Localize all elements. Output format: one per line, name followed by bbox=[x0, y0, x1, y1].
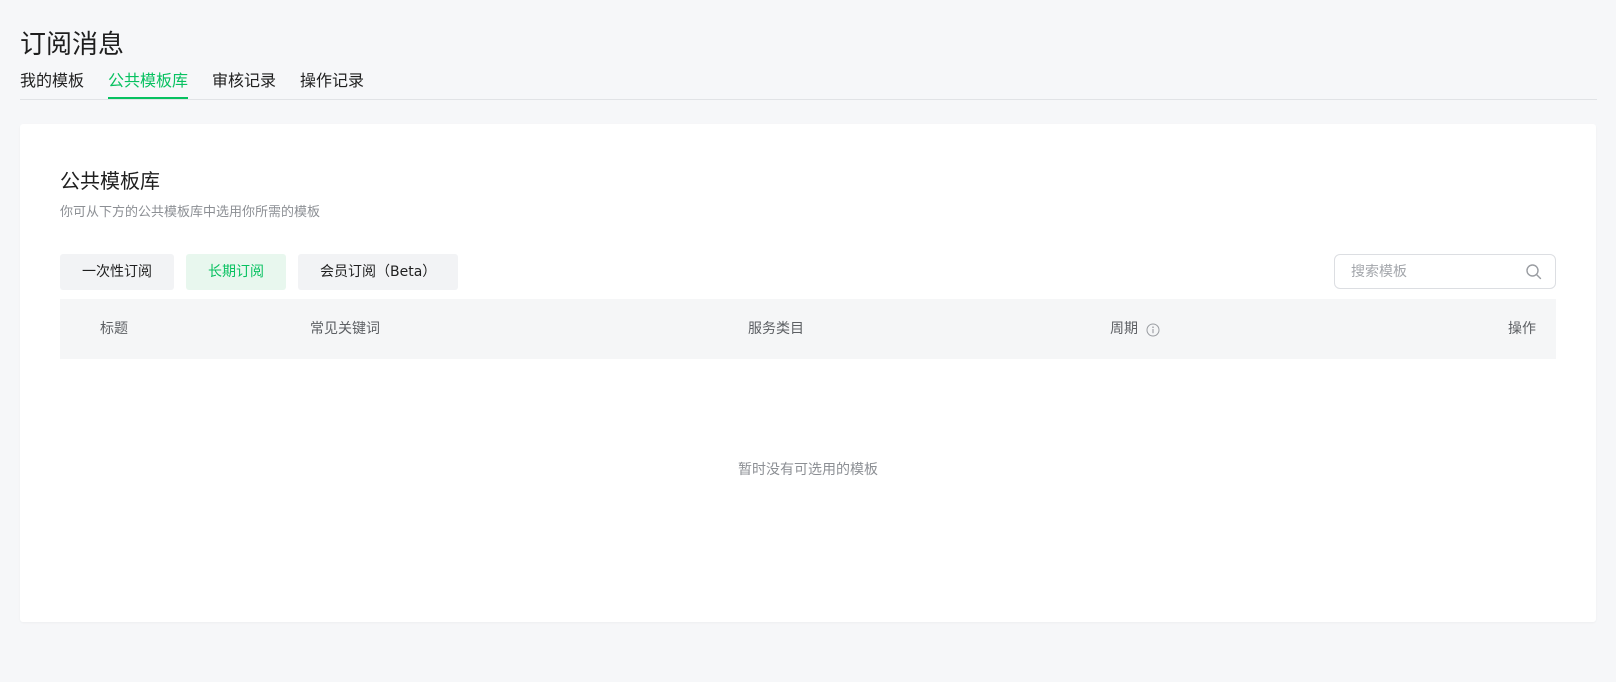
search-icon[interactable] bbox=[1525, 263, 1543, 281]
page-title: 订阅消息 bbox=[20, 30, 125, 61]
content-card: 公共模板库 你可从下方的公共模板库中选用你所需的模板 一次性订阅 长期订阅 会员… bbox=[20, 124, 1596, 622]
search-box bbox=[1334, 254, 1556, 289]
column-header-action: 操作 bbox=[1508, 321, 1536, 337]
tab-bar: 我的模板 公共模板库 审核记录 操作记录 bbox=[20, 70, 1597, 100]
column-header-period: 周期 bbox=[1110, 299, 1160, 359]
filter-long-term-button[interactable]: 长期订阅 bbox=[186, 254, 286, 290]
tab-public-library[interactable]: 公共模板库 bbox=[108, 70, 189, 99]
tab-operation-records[interactable]: 操作记录 bbox=[300, 70, 364, 99]
column-header-category: 服务类目 bbox=[748, 321, 804, 337]
column-header-title: 标题 bbox=[100, 321, 128, 337]
tab-review-records[interactable]: 审核记录 bbox=[212, 70, 276, 99]
column-header-keywords: 常见关键词 bbox=[310, 321, 380, 337]
search-input[interactable] bbox=[1335, 262, 1525, 281]
section-description: 你可从下方的公共模板库中选用你所需的模板 bbox=[60, 205, 321, 220]
subscription-type-filters: 一次性订阅 长期订阅 会员订阅（Beta） bbox=[60, 254, 470, 290]
tab-my-templates[interactable]: 我的模板 bbox=[20, 70, 84, 99]
section-title: 公共模板库 bbox=[60, 169, 160, 193]
filter-member-button[interactable]: 会员订阅（Beta） bbox=[298, 254, 459, 290]
filter-one-time-button[interactable]: 一次性订阅 bbox=[60, 254, 174, 290]
empty-state-message: 暂时没有可选用的模板 bbox=[738, 462, 878, 478]
table-header: 标题 常见关键词 服务类目 周期 操作 bbox=[60, 299, 1556, 359]
info-icon[interactable] bbox=[1146, 323, 1160, 337]
column-header-period-label: 周期 bbox=[1110, 321, 1138, 337]
